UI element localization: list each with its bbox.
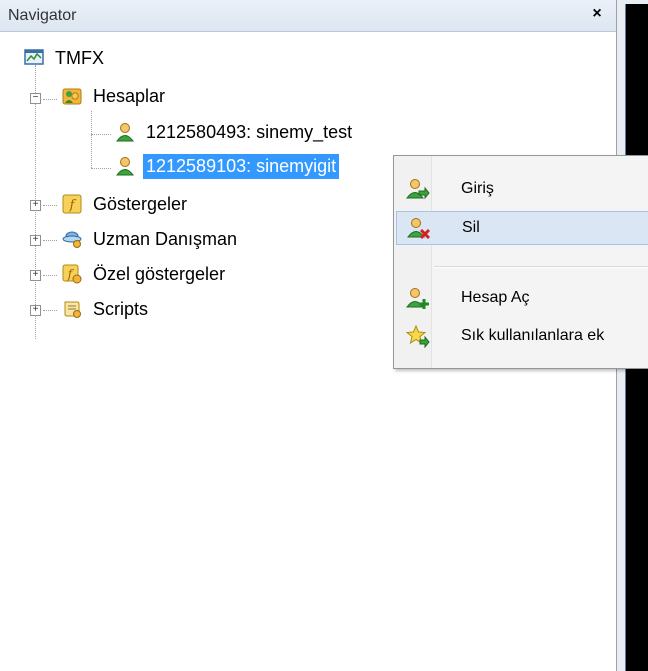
menu-label: Hesap Aç — [461, 289, 530, 306]
context-menu: Giriş Sil Hesap Aç Sık kullanılanlara ek — [393, 155, 648, 369]
menu-label: Giriş — [461, 180, 494, 197]
menu-item-login[interactable]: Giriş — [396, 172, 648, 206]
custom-indicator-icon: f — [62, 264, 82, 284]
user-add-icon — [406, 286, 430, 310]
expand-toggle[interactable]: + — [30, 235, 41, 246]
tree-node-scripts[interactable]: Scripts — [62, 294, 151, 324]
accounts-folder-icon — [62, 86, 82, 106]
close-button[interactable]: × — [588, 5, 606, 23]
expand-toggle[interactable]: + — [30, 270, 41, 281]
expert-advisor-icon — [62, 229, 82, 249]
expand-toggle[interactable]: + — [30, 200, 41, 211]
user-icon — [115, 156, 135, 176]
menu-label: Sık kullanılanlara ek — [461, 327, 605, 344]
tree-root[interactable]: TMFX — [24, 43, 107, 73]
custom-indicators-label: Özel göstergeler — [93, 263, 226, 284]
terminal-icon — [24, 48, 44, 68]
account-item[interactable]: 1212580493: sinemy_test — [115, 117, 355, 147]
favorite-star-icon — [405, 324, 430, 349]
expert-advisors-label: Uzman Danışman — [93, 228, 238, 249]
script-icon — [62, 299, 82, 319]
tree-root-label: TMFX — [55, 47, 104, 68]
user-delete-icon — [407, 216, 431, 240]
indicator-icon: f — [62, 194, 82, 214]
account-item-selected[interactable]: 1212589103: sinemyigit — [115, 151, 340, 181]
panel-title: Navigator — [8, 7, 77, 24]
tree-node-expert-advisors[interactable]: Uzman Danışman — [62, 224, 240, 254]
menu-item-delete[interactable]: Sil — [396, 211, 648, 245]
menu-separator — [434, 266, 648, 268]
scripts-label: Scripts — [93, 298, 149, 319]
tree-node-accounts[interactable]: Hesaplar — [62, 81, 168, 111]
collapse-toggle[interactable]: − — [30, 93, 41, 104]
accounts-label: Hesaplar — [93, 85, 166, 106]
menu-label: Sil — [462, 219, 480, 236]
user-login-icon — [406, 177, 430, 201]
navigator-header: Navigator × — [0, 0, 616, 32]
tree-node-indicators[interactable]: f Göstergeler — [62, 189, 190, 219]
account-label-selected: 1212589103: sinemyigit — [143, 153, 340, 179]
indicators-label: Göstergeler — [93, 193, 188, 214]
account-label: 1212580493: sinemy_test — [146, 121, 353, 142]
menu-item-add-favorites[interactable]: Sık kullanılanlara ek — [396, 319, 648, 353]
expand-toggle[interactable]: + — [30, 305, 41, 316]
menu-item-open-account[interactable]: Hesap Aç — [396, 281, 648, 315]
tree-node-custom-indicators[interactable]: f Özel göstergeler — [62, 259, 228, 289]
user-icon — [115, 122, 135, 142]
